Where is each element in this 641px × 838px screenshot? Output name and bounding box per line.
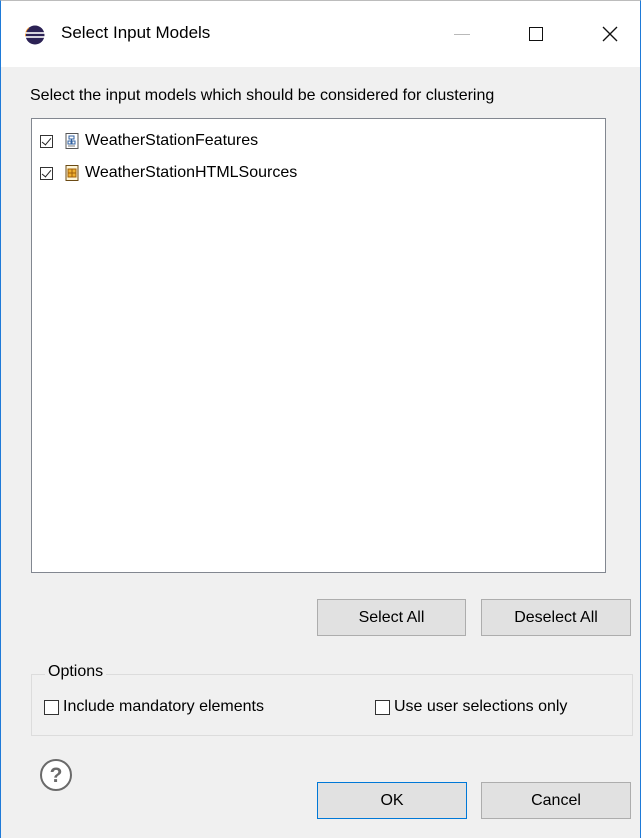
model-checkbox[interactable] xyxy=(40,134,53,148)
cancel-button[interactable]: Cancel xyxy=(481,782,631,819)
window-title: Select Input Models xyxy=(61,23,211,42)
include-mandatory-option[interactable]: Include mandatory elements xyxy=(44,698,264,716)
include-mandatory-checkbox[interactable] xyxy=(44,699,59,715)
options-legend: Options xyxy=(45,663,107,681)
user-selections-checkbox[interactable] xyxy=(375,699,390,715)
select-all-button[interactable]: Select All xyxy=(317,599,466,636)
model-checkbox[interactable] xyxy=(40,166,53,180)
help-icon[interactable]: ? xyxy=(39,758,73,792)
input-models-list[interactable]: WeatherStationFeatures WeatherStationHTM… xyxy=(31,118,606,573)
html-source-icon xyxy=(65,165,79,181)
model-label: WeatherStationFeatures xyxy=(85,132,259,149)
maximize-icon xyxy=(529,27,543,41)
model-label: WeatherStationHTMLSources xyxy=(85,164,298,181)
title-bar[interactable]: Select Input Models xyxy=(1,1,640,67)
maximize-button[interactable] xyxy=(507,1,565,67)
minimize-button[interactable] xyxy=(433,1,491,67)
dialog-window: Select Input Models Select the input mod… xyxy=(0,0,641,838)
list-item[interactable]: WeatherStationHTMLSources xyxy=(40,161,297,185)
deselect-all-button[interactable]: Deselect All xyxy=(481,599,631,636)
list-item[interactable]: WeatherStationFeatures xyxy=(40,129,258,153)
instruction-text: Select the input models which should be … xyxy=(30,87,495,104)
close-button[interactable] xyxy=(581,1,639,67)
user-selections-label: Use user selections only xyxy=(394,698,568,715)
feature-model-icon xyxy=(65,133,79,149)
ok-button[interactable]: OK xyxy=(317,782,467,819)
minimize-icon xyxy=(454,33,470,35)
include-mandatory-label: Include mandatory elements xyxy=(63,698,264,715)
user-selections-option[interactable]: Use user selections only xyxy=(375,698,567,716)
eclipse-icon xyxy=(25,25,45,45)
close-icon xyxy=(602,26,618,42)
svg-text:?: ? xyxy=(50,764,63,787)
